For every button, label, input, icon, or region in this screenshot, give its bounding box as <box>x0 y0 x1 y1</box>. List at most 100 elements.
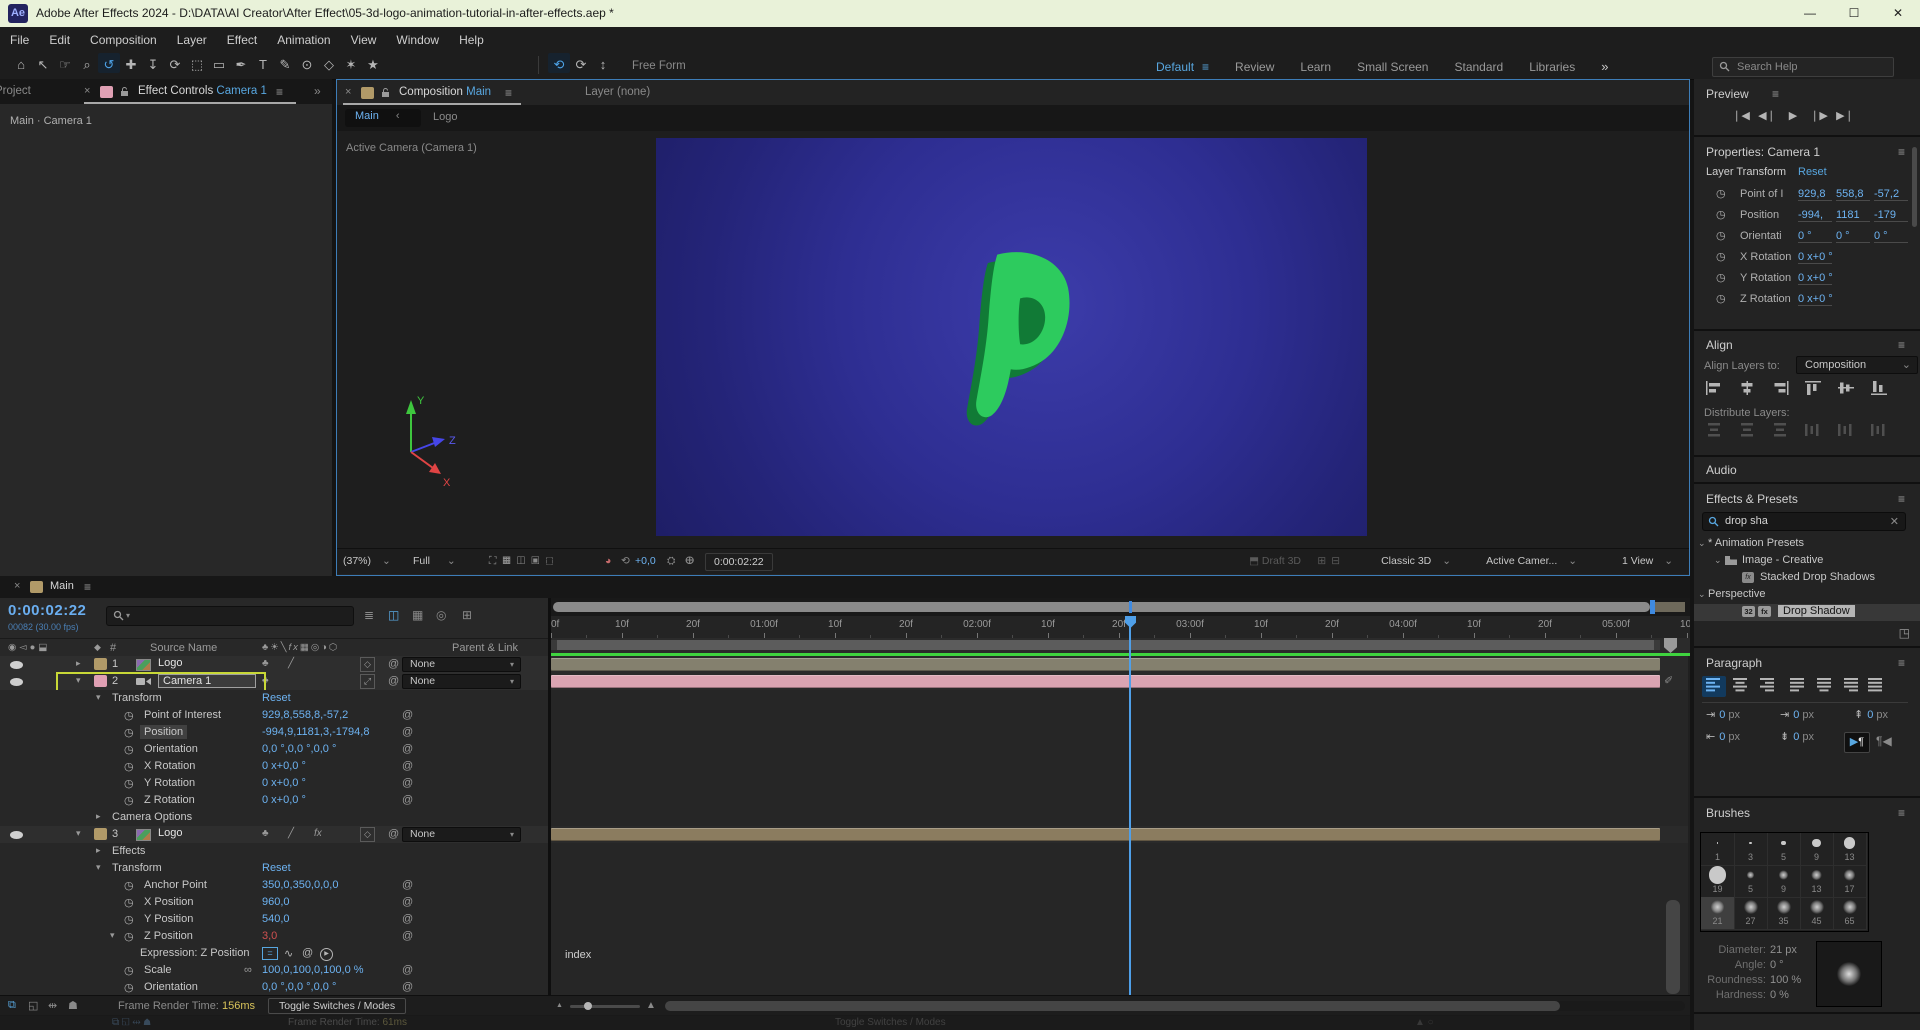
property-row[interactable]: ◷ Y Rotation 0 x+0,0 ° @ <box>0 775 548 793</box>
stopwatch-icon[interactable]: ◷ <box>124 896 134 909</box>
workspace-review[interactable]: Review <box>1235 53 1274 74</box>
menu-edit[interactable]: Edit <box>39 27 80 47</box>
space-after-field[interactable]: ⇟ 0 px <box>1780 730 1814 743</box>
property-value[interactable]: 0 x+0,0 ° <box>262 777 306 789</box>
resolution-dropdown[interactable]: Full ⌄ <box>413 555 456 567</box>
horizontal-scrollbar-thumb[interactable] <box>665 1001 1560 1011</box>
horizontal-scrollbar[interactable] <box>665 1001 1685 1011</box>
property-value[interactable]: 0 x+0 ° <box>1798 251 1832 264</box>
effects-tree-label[interactable]: Image - Creative <box>1742 554 1823 566</box>
layer-name[interactable]: Logo <box>158 827 182 839</box>
property-row[interactable]: ◷ Position -994,9,1181,3,-1794,8 @ <box>0 724 548 742</box>
pick-whip-icon[interactable]: @ <box>402 913 413 925</box>
brush-info-value[interactable]: 100 % <box>1770 974 1801 986</box>
effects-tree-item[interactable]: ⌄ Image - Creative <box>1694 553 1920 570</box>
brush-info-value[interactable]: 0 ° <box>1770 959 1784 971</box>
stopwatch-icon[interactable]: ◷ <box>124 794 134 807</box>
stopwatch-icon[interactable]: ◷ <box>124 879 134 892</box>
puppet-tool[interactable]: ✶ <box>340 53 362 73</box>
region-of-interest-tool[interactable]: ⬚ <box>186 53 208 73</box>
twirl-icon[interactable]: ▸ <box>96 845 101 856</box>
property-value[interactable]: -179 <box>1874 209 1908 222</box>
group-row[interactable]: ▸ Effects <box>0 843 548 861</box>
property-value[interactable]: -994, <box>1798 209 1832 222</box>
property-name[interactable]: Orientation <box>140 742 202 756</box>
expression-enable-icon[interactable]: = <box>262 947 278 960</box>
paragraph-align-justify-last-center-button[interactable] <box>1812 676 1836 697</box>
property-name[interactable]: Anchor Point <box>140 878 211 892</box>
timeline-tab-main[interactable]: Main <box>50 580 74 592</box>
pick-whip-icon[interactable]: @ <box>402 896 413 908</box>
menu-help[interactable]: Help <box>449 27 494 47</box>
property-value[interactable]: 0 x+0,0 ° <box>262 794 306 806</box>
work-area-bar[interactable] <box>551 640 1660 650</box>
twirl-icon[interactable]: ▾ <box>96 692 101 703</box>
dolly-gizmo-tool[interactable]: ↕ <box>592 53 614 72</box>
expand-render-time-icon[interactable]: ☗ <box>68 999 78 1012</box>
tab-layer[interactable]: Layer (none) <box>585 86 650 98</box>
indent-right-field[interactable]: ⇤ 0 px <box>1706 730 1740 743</box>
align-t-button[interactable] <box>1805 381 1838 398</box>
3d-layer-switch[interactable]: ◇ <box>360 827 375 842</box>
show-snapshot-icon[interactable]: ⴲ <box>685 555 694 567</box>
magnification-dropdown[interactable]: (37%) ⌄ <box>343 555 391 567</box>
property-value[interactable]: 0,0 °,0,0 °,0,0 ° <box>262 981 336 993</box>
property-value[interactable]: 0 x+0,0 ° <box>262 760 306 772</box>
stopwatch-icon[interactable]: ◷ <box>124 726 134 739</box>
reset-link[interactable]: Reset <box>262 692 291 704</box>
property-name[interactable]: Point of Interest <box>140 708 225 722</box>
subtab-logo[interactable]: Logo <box>433 111 457 123</box>
work-area-start-handle[interactable] <box>551 640 557 650</box>
twirl-icon[interactable]: ⌄ <box>1698 538 1706 549</box>
stopwatch-icon[interactable]: ◷ <box>124 743 134 756</box>
effects-tree-item[interactable]: ⌄ Perspective <box>1694 587 1920 604</box>
panel-menu-icon[interactable]: ≡ <box>276 85 283 99</box>
property-name[interactable]: Scale <box>140 963 176 977</box>
stopwatch-icon[interactable]: ◷ <box>124 930 134 943</box>
frame-blending-icon[interactable]: ▦ <box>412 608 423 622</box>
property-row[interactable]: ◷ Scale ∞ 100,0,100,0,100,0 % @ <box>0 962 548 980</box>
first-frame-button[interactable]: ❘◀ <box>1728 109 1754 122</box>
switch-anchor-icon[interactable]: ♣ <box>262 658 269 669</box>
property-value[interactable]: 0 ° <box>1874 230 1908 243</box>
tab-close-icon[interactable]: × <box>84 85 90 97</box>
property-value[interactable]: 929,8 <box>1798 188 1832 201</box>
switch-fx-icon[interactable]: fx <box>314 828 322 839</box>
group-row[interactable]: ▸ Camera Options <box>0 809 548 827</box>
expression-graph-icon[interactable]: ∿ <box>284 947 293 960</box>
exposure-reset-icon[interactable]: ⟲ <box>621 555 630 567</box>
eye-icon[interactable] <box>10 831 23 839</box>
property-row[interactable]: ◷ X Rotation 0 x+0,0 ° @ <box>0 758 548 776</box>
expand-in-out-icon[interactable]: ⇹ <box>48 999 57 1012</box>
pick-whip-icon[interactable]: @ <box>402 709 413 721</box>
brush-item-45[interactable]: 45 <box>1800 897 1834 930</box>
indent-value[interactable]: 0 <box>1719 709 1725 721</box>
source-name-column-header[interactable]: Source Name <box>150 642 217 654</box>
label-color-swatch[interactable] <box>94 828 107 840</box>
twirl-icon[interactable]: ▾ <box>76 828 81 839</box>
renderer-dropdown[interactable]: Classic 3D ⌄ <box>1381 555 1451 567</box>
align-l-button[interactable] <box>1706 381 1739 398</box>
brush-item-65[interactable]: 65 <box>1833 897 1867 930</box>
work-area-end-handle[interactable] <box>1654 640 1660 650</box>
pan-gizmo-tool[interactable]: ⟳ <box>570 53 592 73</box>
zoom-slider-knob[interactable] <box>584 1002 592 1010</box>
type-tool[interactable]: T <box>252 53 274 72</box>
tab-overflow-icon[interactable]: » <box>314 84 321 98</box>
indent-value[interactable]: 0 <box>1867 709 1873 721</box>
tab-composition[interactable]: Composition Main <box>399 86 491 98</box>
play-button[interactable]: ▶ <box>1780 109 1806 122</box>
property-value[interactable]: 350,0,350,0,0,0 <box>262 879 338 891</box>
brush-item-13[interactable]: 13 <box>1833 833 1867 866</box>
pick-whip-icon[interactable]: @ <box>402 964 413 976</box>
pick-whip-icon[interactable]: @ <box>402 879 413 891</box>
composition-mini-flowchart-icon[interactable]: ≣ <box>364 608 374 622</box>
align-ch-button[interactable] <box>1838 381 1871 398</box>
zoom-out-mountain-icon[interactable]: ▲ <box>556 1002 563 1009</box>
paragraph-align-center-button[interactable] <box>1728 676 1752 697</box>
brush-tool[interactable]: ✎ <box>274 53 296 73</box>
direction-ltr-button[interactable]: ▶¶ <box>1844 732 1870 753</box>
panel-menu-icon[interactable]: ≡ <box>84 580 91 594</box>
timeline-zoom-slider[interactable] <box>570 1002 640 1010</box>
align-r-button[interactable] <box>1772 381 1805 398</box>
